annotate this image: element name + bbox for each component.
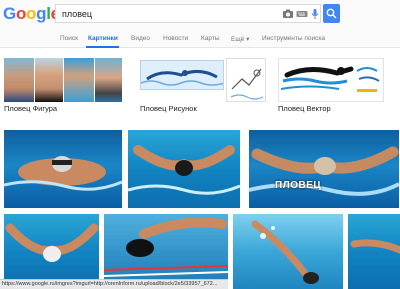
suggestion-label: Пловец Вектор xyxy=(278,104,331,113)
suggestion-drawing[interactable]: Пловец Рисунок xyxy=(140,50,266,122)
suggestion-thumb xyxy=(278,58,384,102)
swimmer-photo xyxy=(251,220,319,284)
search-icon xyxy=(326,8,337,19)
search-input[interactable] xyxy=(62,7,262,21)
logo-letter-g2: g xyxy=(36,4,47,23)
logo-letter-g: G xyxy=(3,4,16,23)
search-tabs: Поиск Картинки Видео Новости Карты Ещё ▾… xyxy=(0,30,400,48)
search-box[interactable] xyxy=(55,4,321,23)
result-image[interactable] xyxy=(233,214,343,289)
suggestion-label: Пловец Фигура xyxy=(4,104,58,113)
tab-search[interactable]: Поиск xyxy=(60,35,78,42)
tab-maps[interactable]: Карты xyxy=(201,35,220,42)
suggestion-thumb xyxy=(35,58,63,102)
swimmer-sketch-image xyxy=(230,68,264,100)
logo-letter-o1: o xyxy=(15,4,27,23)
tab-video[interactable]: Видео xyxy=(131,35,150,42)
google-images-page: Google Поиск Картинки Видео Новости Карт… xyxy=(0,0,400,289)
logo-letter-o2: o xyxy=(26,4,37,23)
swimmer-vector-image xyxy=(280,66,380,92)
suggestion-thumb xyxy=(226,58,266,102)
suggestion-thumb xyxy=(4,58,34,102)
result-image[interactable] xyxy=(4,214,99,289)
result-image[interactable] xyxy=(4,130,122,208)
microphone-icon[interactable] xyxy=(309,8,321,20)
camera-icon[interactable] xyxy=(282,8,294,20)
tab-news[interactable]: Новости xyxy=(163,35,188,42)
swimmer-photo xyxy=(128,145,240,195)
result-image[interactable] xyxy=(104,214,228,289)
swimmer-photo xyxy=(249,146,399,196)
suggestion-thumb xyxy=(64,58,94,102)
suggestion-label: Пловец Рисунок xyxy=(140,104,197,113)
search-button[interactable] xyxy=(323,4,340,23)
tab-search-tools[interactable]: Инструменты поиска xyxy=(262,35,325,42)
swimmer-photo xyxy=(5,223,99,262)
tab-images[interactable]: Картинки xyxy=(88,35,118,42)
swimmer-photo xyxy=(350,239,400,254)
google-logo[interactable]: Google xyxy=(3,4,60,24)
status-url: https://www.google.ru/imgres?imgurl=http… xyxy=(0,279,228,289)
result-image[interactable] xyxy=(348,214,400,289)
image-watermark: ПЛОВЕЦ xyxy=(275,180,322,191)
swimmer-photo xyxy=(104,217,228,277)
suggestion-thumb xyxy=(95,58,122,102)
active-tab-indicator xyxy=(86,46,119,48)
header: Google xyxy=(0,0,400,30)
keyboard-icon[interactable] xyxy=(296,8,308,20)
result-image[interactable] xyxy=(249,130,399,208)
suggestion-thumb xyxy=(140,60,224,90)
swimmer-photo xyxy=(4,156,122,191)
result-image[interactable] xyxy=(128,130,240,208)
suggestion-vector[interactable]: Пловец Вектор xyxy=(278,50,384,122)
tab-more[interactable]: Ещё ▾ xyxy=(231,35,249,43)
swimmer-drawing-image xyxy=(141,70,223,86)
suggestion-figure[interactable]: Пловец Фигура xyxy=(4,50,124,122)
